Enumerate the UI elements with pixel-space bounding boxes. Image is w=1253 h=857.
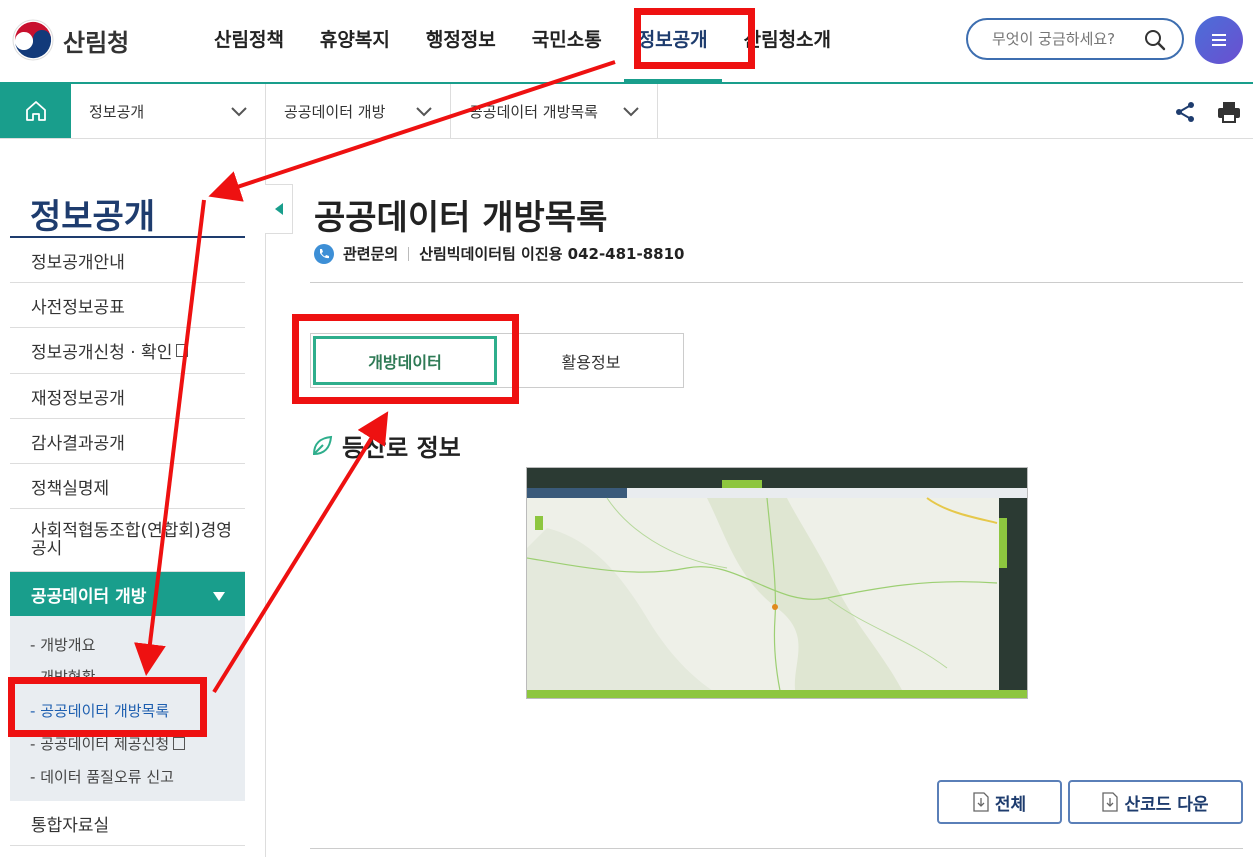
annotation-box-tab xyxy=(292,314,519,404)
breadcrumb-level3[interactable]: 공공데이터 개방목록 xyxy=(451,84,658,138)
location-bar: 정보공개 공공데이터 개방 공공데이터 개방목록 xyxy=(0,84,1253,139)
section-title-text: 등산로 정보 xyxy=(342,434,461,462)
contact-label: 관련문의 xyxy=(343,245,399,263)
taegeuk-logo-icon xyxy=(12,19,54,61)
breadcrumb-level2[interactable]: 공공데이터 개방 xyxy=(266,84,451,138)
new-window-icon xyxy=(173,737,186,750)
contact-value: 산림빅데이터팀 이진용 042-481-8810 xyxy=(419,245,685,263)
title-divider xyxy=(310,282,1243,283)
trail-map-preview[interactable] xyxy=(526,467,1028,699)
breadcrumb-level1[interactable]: 정보공개 xyxy=(71,84,266,138)
sidebar-title: 정보공개 xyxy=(30,197,156,237)
nav-recreation-welfare[interactable]: 휴양복지 xyxy=(302,0,408,82)
download-all-label: 전체 xyxy=(994,794,1027,815)
new-window-icon xyxy=(176,344,189,357)
sidebar-item-finance-info[interactable]: 재정정보공개 xyxy=(10,374,245,419)
nav-forest-policy[interactable]: 산림정책 xyxy=(196,0,302,82)
page-title: 공공데이터 개방목록 xyxy=(314,198,608,238)
triangle-left-icon xyxy=(274,203,283,215)
sidebar-item-label: 재정정보공개 xyxy=(31,388,125,409)
download-icon xyxy=(1102,792,1119,812)
contact-separator xyxy=(408,246,410,261)
sidebar-toggle-button[interactable] xyxy=(265,184,293,234)
chevron-down-icon xyxy=(416,107,432,117)
download-all-button[interactable]: 전체 xyxy=(937,780,1062,824)
topographic-map-image xyxy=(527,468,1027,698)
hamburger-icon xyxy=(1212,34,1226,46)
nav-admin-info[interactable]: 행정정보 xyxy=(408,0,514,82)
sidebar-item-label: 정책실명제 xyxy=(31,478,110,499)
breadcrumb-level3-label: 공공데이터 개방목록 xyxy=(469,102,598,121)
sidebar-item-policy-real-name[interactable]: 정책실명제 xyxy=(10,464,245,509)
sidebar-item-pre-disclosure[interactable]: 사전정보공표 xyxy=(10,283,245,328)
section-title: 등산로 정보 xyxy=(310,428,461,463)
annotation-box-nav xyxy=(634,8,755,69)
home-icon xyxy=(25,101,46,121)
submenu-item-overview[interactable]: - 개방개요 xyxy=(30,634,95,655)
sidebar-item-label: 정보공개신청 · 확인 xyxy=(31,343,173,363)
site-logo[interactable]: 산림청 xyxy=(11,18,129,62)
search-box xyxy=(966,18,1184,60)
sidebar-item-archive[interactable]: 통합자료실 xyxy=(10,801,245,846)
share-icon[interactable] xyxy=(1174,101,1196,123)
all-menu-button[interactable] xyxy=(1195,16,1243,64)
home-button[interactable] xyxy=(0,84,71,138)
triangle-down-icon xyxy=(213,592,225,601)
content-bottom-divider xyxy=(310,848,1243,849)
sidebar-item-label: 사회적협동조합(연합회)경영공시 xyxy=(31,521,232,559)
print-icon[interactable] xyxy=(1216,100,1242,124)
contact-info: 관련문의 산림빅데이터팀 이진용 042-481-8810 xyxy=(314,243,684,264)
download-sancode-button[interactable]: 산코드 다운 xyxy=(1068,780,1243,824)
nav-communication[interactable]: 국민소통 xyxy=(514,0,620,82)
sidebar-item-label: 사전정보공표 xyxy=(31,297,125,318)
site-header: 산림청 산림정책 휴양복지 행정정보 국민소통 정보공개 산림청소개 xyxy=(0,0,1253,84)
download-sancode-label: 산코드 다운 xyxy=(1124,794,1209,815)
sidebar-item-label: 통합자료실 xyxy=(31,815,110,836)
chevron-down-icon xyxy=(623,107,639,117)
download-icon xyxy=(973,792,989,812)
chevron-down-icon xyxy=(231,107,247,117)
sidebar-divider xyxy=(265,139,266,857)
sidebar-item-disclosure-guide[interactable]: 정보공개안내 xyxy=(10,238,245,283)
sidebar-item-disclosure-request[interactable]: 정보공개신청 · 확인 xyxy=(10,328,245,374)
annotation-box-submenu xyxy=(8,677,207,737)
sidebar-item-label: 감사결과공개 xyxy=(31,433,125,454)
submenu-item-label: 공공데이터 제공신청 xyxy=(40,735,170,753)
phone-icon xyxy=(314,243,334,264)
search-input[interactable] xyxy=(992,30,1132,48)
submenu-item-label: 데이터 품질오류 신고 xyxy=(40,768,174,786)
leaf-icon xyxy=(312,435,333,455)
logo-text: 산림청 xyxy=(63,28,130,57)
sidebar-item-coop-disclosure[interactable]: 사회적협동조합(연합회)경영공시 xyxy=(10,509,245,572)
submenu-item-quality-report[interactable]: - 데이터 품질오류 신고 xyxy=(30,766,174,787)
sidebar-item-label: 공공데이터 개방 xyxy=(31,586,147,607)
sidebar-item-audit-results[interactable]: 감사결과공개 xyxy=(10,419,245,464)
submenu-item-label: 개방개요 xyxy=(40,636,96,654)
search-icon[interactable] xyxy=(1144,29,1166,51)
breadcrumb-level2-label: 공공데이터 개방 xyxy=(284,102,386,121)
sidebar-item-label: 정보공개안내 xyxy=(31,252,125,273)
tab-usage-info[interactable]: 활용정보 xyxy=(498,334,684,387)
sidebar-item-public-data[interactable]: 공공데이터 개방 xyxy=(10,572,245,616)
breadcrumb-level1-label: 정보공개 xyxy=(89,102,145,121)
